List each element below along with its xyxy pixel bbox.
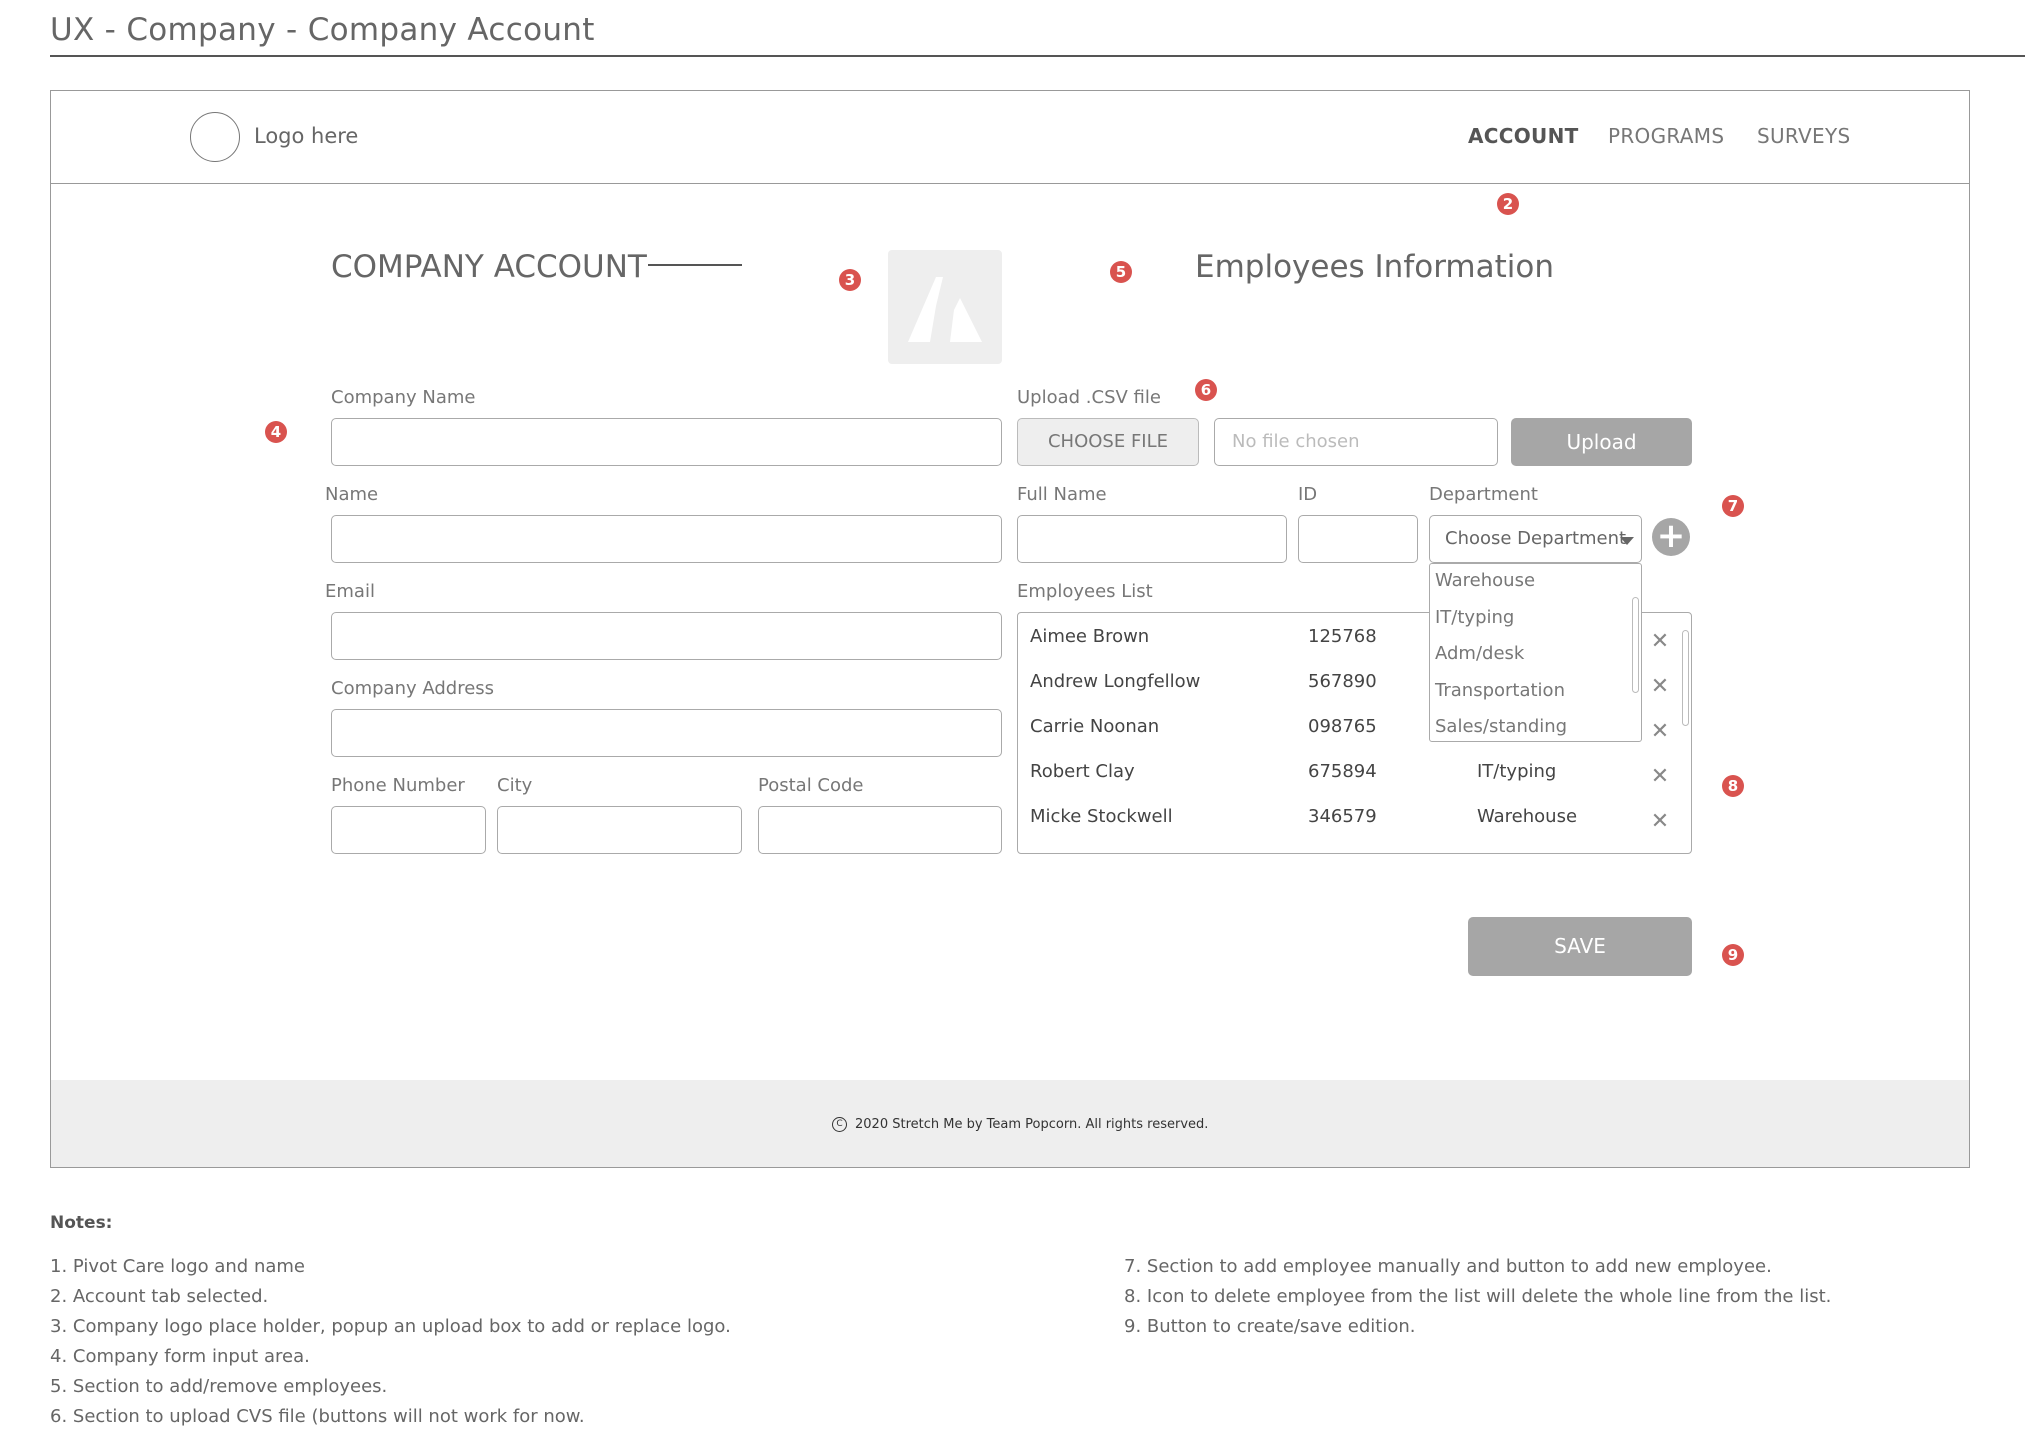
email-input[interactable] <box>331 612 1002 660</box>
employee-name: Carrie Noonan <box>1030 716 1160 737</box>
nav-programs[interactable]: PROGRAMS <box>1608 124 1724 148</box>
close-icon[interactable]: ✕ <box>1649 629 1671 654</box>
plus-circle-icon[interactable]: + <box>1652 518 1690 556</box>
logo-text[interactable]: Logo here <box>254 124 358 148</box>
close-icon[interactable]: ✕ <box>1649 674 1671 699</box>
annotation-marker: 2 <box>1497 193 1519 215</box>
note-item: 1. Pivot Care logo and name <box>50 1256 306 1277</box>
employee-name: Micke Stockwell <box>1030 806 1173 827</box>
employee-id: 125768 <box>1308 626 1377 647</box>
title-divider <box>50 55 2025 57</box>
list-scrollbar[interactable] <box>1682 630 1689 726</box>
note-item: 8. Icon to delete employee from the list… <box>1124 1286 1832 1307</box>
postal-code-input[interactable] <box>758 806 1002 854</box>
city-input[interactable] <box>497 806 742 854</box>
nav-account[interactable]: ACCOUNT <box>1468 124 1579 148</box>
id-input[interactable] <box>1298 515 1418 563</box>
dropdown-scrollbar[interactable] <box>1632 597 1639 693</box>
employees-information-title: Employees Information <box>1195 249 1554 285</box>
dropdown-option[interactable]: Adm/desk <box>1435 643 1524 664</box>
dropdown-option[interactable]: Sales/standing <box>1435 716 1567 737</box>
save-button[interactable]: SAVE <box>1468 917 1692 976</box>
annotation-marker: 3 <box>839 269 861 291</box>
file-name-field: No file chosen <box>1214 418 1498 466</box>
name-input[interactable] <box>331 515 1002 563</box>
employee-name: Robert Clay <box>1030 761 1135 782</box>
company-account-title: COMPANY ACCOUNT <box>331 249 647 285</box>
employee-department: Warehouse <box>1477 806 1578 827</box>
employee-name: Andrew Longfellow <box>1030 671 1201 692</box>
title-dash <box>648 264 742 266</box>
note-item: 7. Section to add employee manually and … <box>1124 1256 1772 1277</box>
name-label: Name <box>325 484 379 505</box>
nav-surveys[interactable]: SURVEYS <box>1757 124 1850 148</box>
company-address-input[interactable] <box>331 709 1002 757</box>
close-icon[interactable]: ✕ <box>1649 809 1671 834</box>
employee-id: 346579 <box>1308 806 1377 827</box>
annotation-marker: 5 <box>1110 261 1132 283</box>
upload-csv-label: Upload .CSV file <box>1017 387 1161 408</box>
image-placeholder-icon <box>908 277 982 342</box>
notes-title: Notes: <box>50 1213 113 1233</box>
id-label: ID <box>1298 484 1318 505</box>
phone-number-label: Phone Number <box>331 775 465 796</box>
full-name-label: Full Name <box>1017 484 1107 505</box>
employee-id: 675894 <box>1308 761 1377 782</box>
company-address-label: Company Address <box>331 678 495 699</box>
employee-id: 098765 <box>1308 716 1377 737</box>
dropdown-option[interactable]: IT/typing <box>1435 607 1514 628</box>
employees-list-label: Employees List <box>1017 581 1153 602</box>
annotation-marker: 7 <box>1722 495 1744 517</box>
department-label: Department <box>1429 484 1538 505</box>
chevron-down-icon <box>1620 537 1634 545</box>
note-item: 6. Section to upload CVS file (buttons w… <box>50 1406 585 1427</box>
company-name-label: Company Name <box>331 387 476 408</box>
full-name-input[interactable] <box>1017 515 1287 563</box>
close-icon[interactable]: ✕ <box>1649 764 1671 789</box>
note-item: 2. Account tab selected. <box>50 1286 269 1307</box>
phone-number-input[interactable] <box>331 806 486 854</box>
city-label: City <box>497 775 533 796</box>
upload-button[interactable]: Upload <box>1511 418 1692 466</box>
logo-icon[interactable] <box>190 112 240 162</box>
company-name-input[interactable] <box>331 418 1002 466</box>
note-item: 9. Button to create/save edition. <box>1124 1316 1416 1337</box>
note-item: 4. Company form input area. <box>50 1346 310 1367</box>
note-item: 3. Company logo place holder, popup an u… <box>50 1316 731 1337</box>
annotation-marker: 6 <box>1195 379 1217 401</box>
annotation-marker: 8 <box>1722 775 1744 797</box>
employee-id: 567890 <box>1308 671 1377 692</box>
dropdown-option[interactable]: Transportation <box>1435 680 1565 701</box>
employee-department: IT/typing <box>1477 761 1557 782</box>
employee-name: Aimee Brown <box>1030 626 1150 647</box>
note-item: 5. Section to add/remove employees. <box>50 1376 388 1397</box>
annotation-marker: 9 <box>1722 944 1744 966</box>
dropdown-option[interactable]: Warehouse <box>1435 570 1535 591</box>
annotation-marker: 4 <box>265 421 287 443</box>
department-select[interactable]: Choose Department <box>1429 515 1642 563</box>
copyright-icon: C <box>832 1117 847 1132</box>
company-logo-placeholder[interactable] <box>888 250 1002 364</box>
footer-text: 2020 Stretch Me by Team Popcorn. All rig… <box>855 1117 1209 1132</box>
email-label: Email <box>325 581 375 602</box>
postal-code-label: Postal Code <box>758 775 864 796</box>
page-title: UX - Company - Company Account <box>50 12 595 48</box>
close-icon[interactable]: ✕ <box>1649 719 1671 744</box>
choose-file-button[interactable]: CHOOSE FILE <box>1017 418 1199 466</box>
